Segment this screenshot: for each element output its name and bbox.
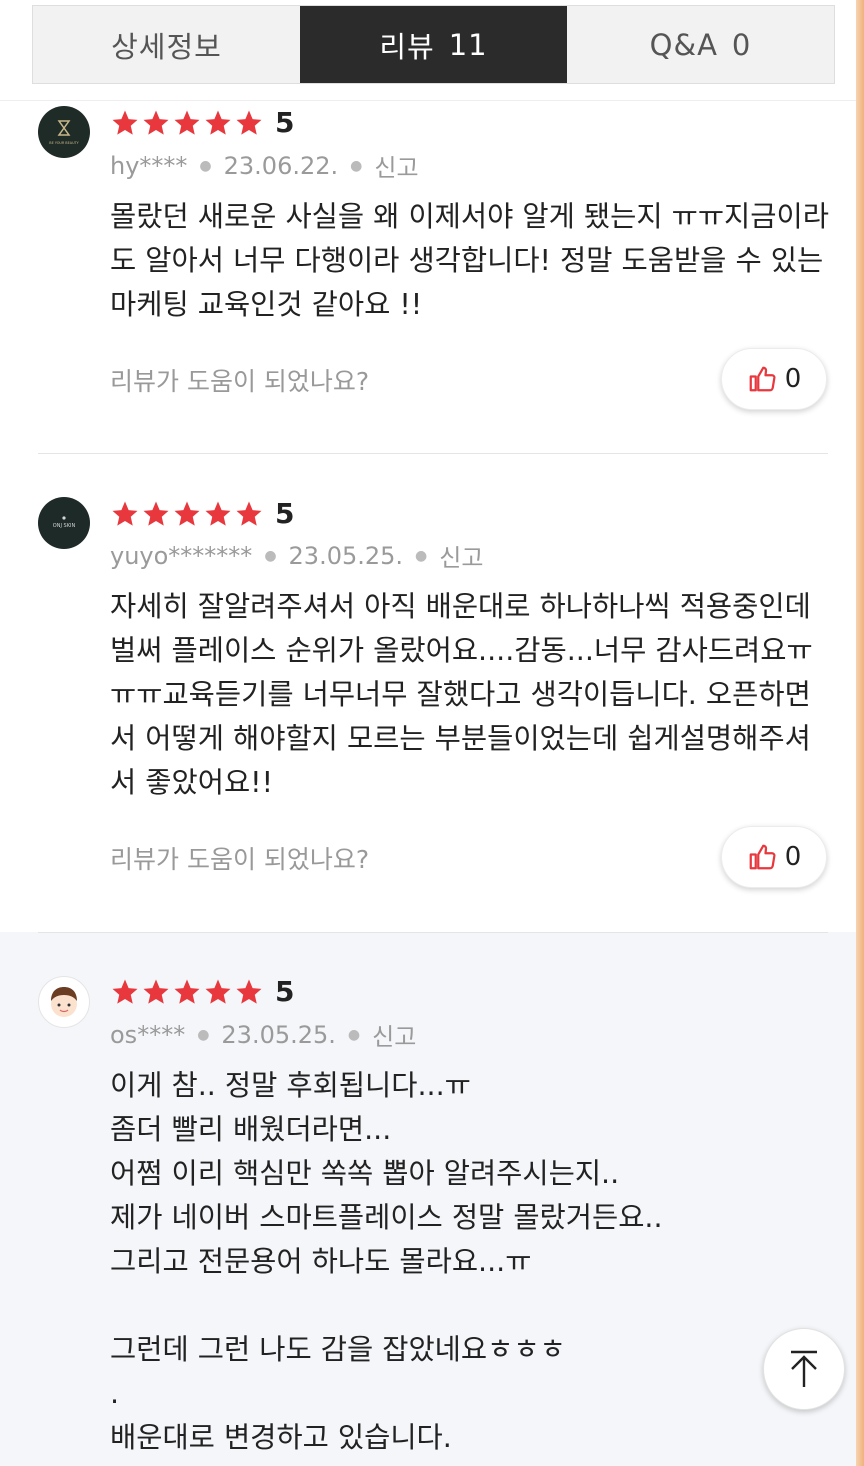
star-rating: 5 [110, 106, 294, 139]
tab-bar: 상세정보 리뷰 11 Q&A 0 [32, 5, 835, 84]
thumbs-up-icon [749, 366, 776, 392]
star-icon [203, 108, 233, 138]
review-text: 몰랐던 새로운 사실을 왜 이제서야 알게 됐는지 ㅠㅠ지금이라도 알아서 너무… [110, 200, 833, 321]
page-edge-decoration [856, 0, 864, 1466]
avatar-logo-icon: BE YOUR BEAUTY [49, 120, 80, 145]
report-link[interactable]: 신고 [374, 148, 418, 183]
tab-reviews-count: 11 [448, 27, 488, 62]
tab-divider [0, 100, 856, 101]
separator-dot: ● [347, 1026, 361, 1043]
like-count: 0 [784, 842, 802, 872]
star-icon [110, 108, 140, 138]
star-icon [141, 977, 171, 1007]
review-text: 자세히 잘알려주셔서 아직 배운대로 하나하나씩 적용중인데 벌써 플레이스 순… [110, 590, 820, 799]
tab-details-label: 상세정보 [111, 29, 222, 64]
tab-details[interactable]: 상세정보 [33, 6, 300, 83]
helpful-prompt: 리뷰가 도움이 되었나요? [110, 845, 370, 874]
rating-score: 5 [275, 497, 295, 530]
star-icon [110, 977, 140, 1007]
star-icon [203, 499, 233, 529]
reviewer-name: hy**** [110, 151, 188, 180]
reviewer-name: yuyo******* [110, 541, 253, 570]
cartoon-face-icon [51, 987, 77, 1017]
review-divider [38, 932, 828, 933]
review-meta: hy**** ● 23.06.22. ● 신고 [110, 148, 419, 183]
star-icon [141, 108, 171, 138]
avatar-logo-text: BE YOUR BEAUTY [49, 141, 79, 145]
scroll-to-top-button[interactable] [763, 1328, 845, 1410]
tab-reviews[interactable]: 리뷰 11 [300, 6, 567, 83]
separator-dot: ● [350, 157, 363, 174]
report-link[interactable]: 신고 [439, 538, 483, 573]
tab-qna-label: Q&A [649, 27, 718, 62]
star-icon [172, 977, 202, 1007]
tab-qna-count: 0 [731, 27, 752, 62]
review-text: 이게 참.. 정말 후회됩니다...ㅠ 좀더 빨리 배웠더라면... 어쩜 이리… [110, 1069, 663, 1454]
review-date: 23.05.25. [221, 1020, 336, 1049]
review-meta: yuyo******* ● 23.05.25. ● 신고 [110, 538, 483, 573]
star-icon [172, 108, 202, 138]
review-date: 23.06.22. [223, 151, 339, 180]
tab-qna[interactable]: Q&A 0 [567, 6, 834, 83]
avatar[interactable]: BE YOUR BEAUTY [38, 106, 90, 158]
star-icon [234, 977, 264, 1007]
separator-dot: ● [199, 157, 212, 174]
review-meta: os**** ● 23.05.25. ● 신고 [110, 1017, 416, 1052]
thumbs-up-icon [749, 844, 776, 870]
avatar-logo-text: ONJ SKIN [53, 523, 76, 529]
like-count: 0 [784, 364, 802, 394]
star-icon [234, 108, 264, 138]
star-icon [110, 499, 140, 529]
star-icon [141, 499, 171, 529]
star-rating: 5 [110, 497, 294, 530]
reviewer-name: os**** [110, 1020, 186, 1049]
star-rating: 5 [110, 975, 294, 1008]
rating-score: 5 [275, 975, 295, 1008]
separator-dot: ● [197, 1026, 210, 1043]
arrow-up-icon [791, 1350, 817, 1387]
star-icon [172, 499, 202, 529]
helpful-prompt: 리뷰가 도움이 되었나요? [110, 367, 370, 396]
avatar[interactable] [38, 976, 90, 1028]
like-button[interactable]: 0 [721, 826, 827, 888]
separator-dot: ● [415, 547, 428, 564]
avatar-logo-icon: ONJ SKIN [53, 516, 76, 529]
star-icon [203, 977, 233, 1007]
review-date: 23.05.25. [288, 541, 404, 570]
avatar[interactable]: ONJ SKIN [38, 497, 90, 549]
separator-dot: ● [264, 547, 277, 564]
like-button[interactable]: 0 [721, 348, 827, 410]
rating-score: 5 [275, 106, 295, 139]
tab-reviews-label: 리뷰 [379, 29, 435, 64]
review-divider [38, 453, 828, 454]
star-icon [234, 499, 264, 529]
report-link[interactable]: 신고 [372, 1017, 416, 1052]
